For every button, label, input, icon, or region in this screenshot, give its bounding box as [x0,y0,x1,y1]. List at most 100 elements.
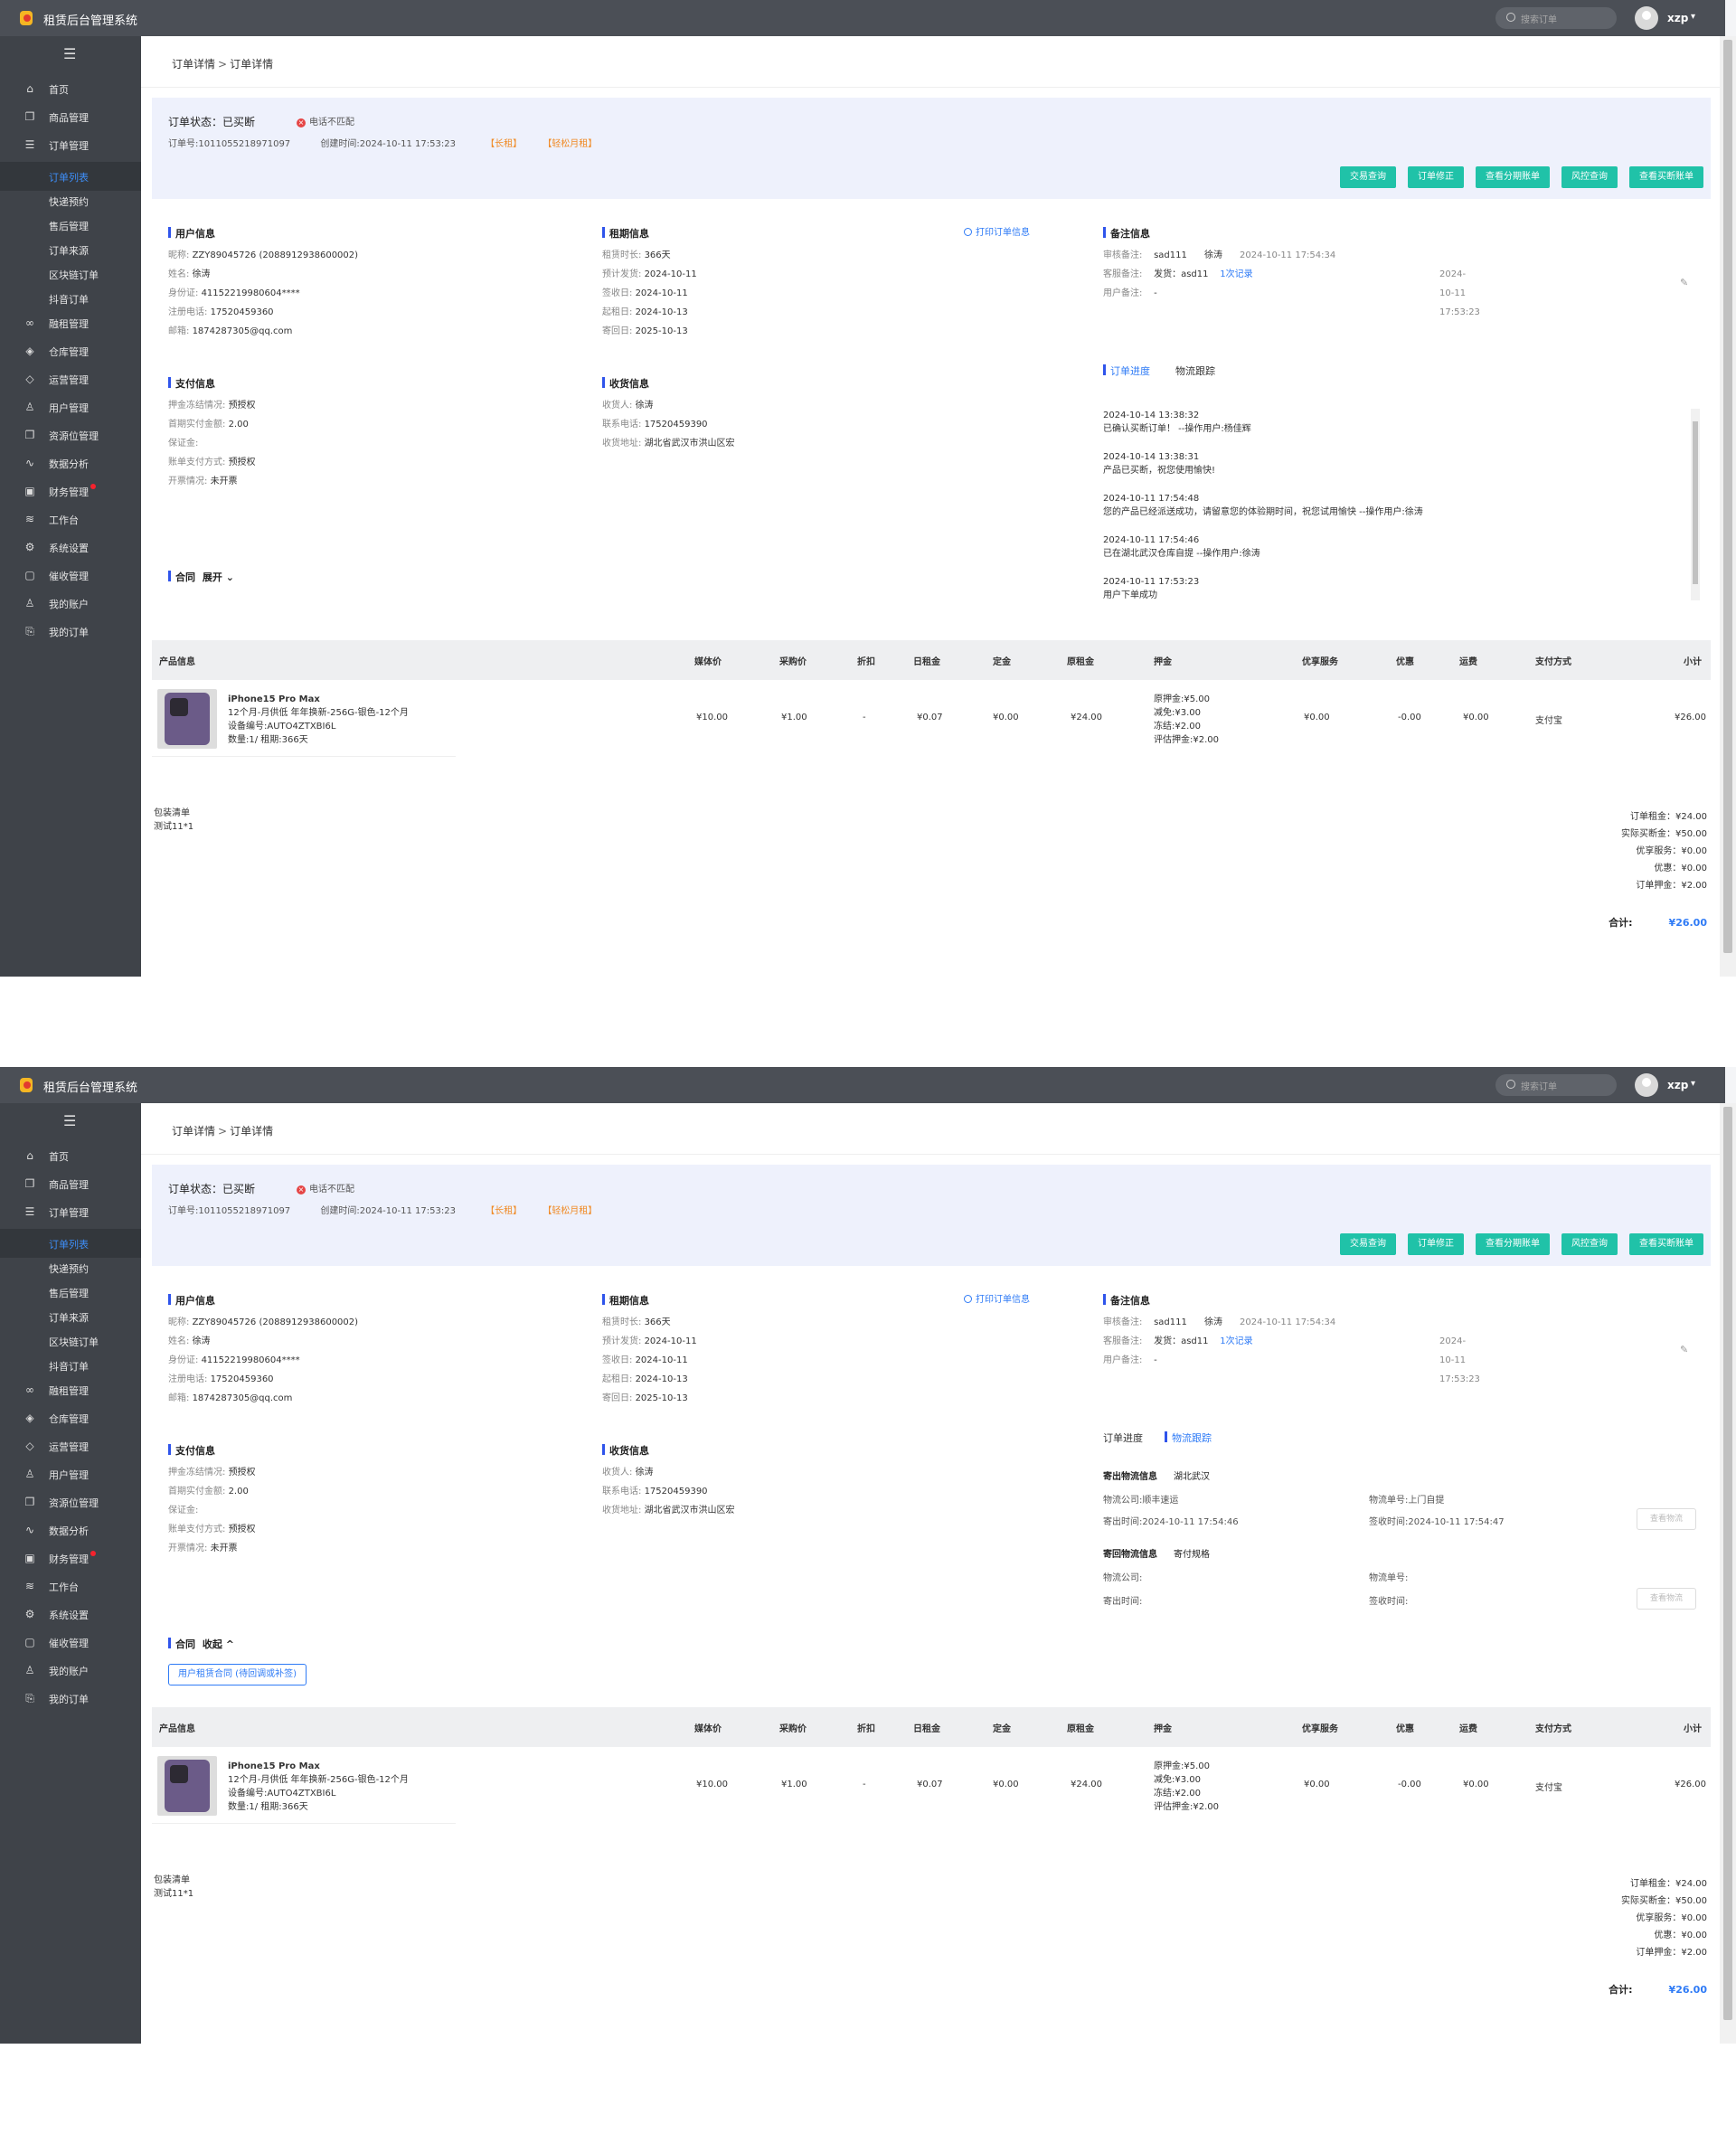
divider [141,1154,1720,1155]
caret-down-icon[interactable]: ▾ [1691,12,1695,22]
col-header: 押金 [1154,1724,1172,1734]
error-icon: × [297,118,306,127]
sidebar-item[interactable]: ▢ 催收管理 [0,561,141,590]
product-card: 产品信息 媒体价 采购价 折扣 日租金 定金 原租金 押金 优享服务 优惠 运费… [152,640,1711,929]
tab-logistics[interactable]: 物流跟踪 [1165,1431,1212,1445]
sidebar-item[interactable]: ⚙ 系统设置 [0,1600,141,1629]
packing-list: 包装清单 测试11*1 [154,808,194,832]
wallet-icon: ▣ [24,485,35,497]
sidebar-item[interactable]: ◇ 运营管理 [0,1431,141,1460]
sidebar-item[interactable]: ⎘ 我的订单 [0,1684,141,1713]
caret-down-icon[interactable]: ▾ [1691,1079,1695,1089]
sidebar-item[interactable]: ▢ 催收管理 [0,1628,141,1657]
remark-history-link[interactable]: 1次记录 [1220,269,1252,279]
search-input[interactable]: 搜索订单 [1495,7,1617,29]
order-correct-button[interactable]: 订单修正 [1408,166,1464,188]
sidebar-item[interactable]: ⌂ 首页 [0,1141,141,1170]
hamburger-icon[interactable]: ☰ [63,1112,76,1129]
hamburger-icon[interactable]: ☰ [63,45,76,62]
sidebar-item[interactable]: ♙ 用户管理 [0,392,141,421]
sidebar-item[interactable]: ☰ 订单管理 [0,1197,141,1226]
contract-expand-toggle[interactable]: 展开 [203,571,222,583]
app-logo [18,1076,36,1094]
tag-icon: ◇ [25,373,34,385]
action-buttons: 交易查询 订单修正 查看分期账单 风控查询 查看买断账单 [1340,166,1703,188]
sidebar-item[interactable]: ⎘ 我的订单 [0,617,141,646]
tab-logistics[interactable]: 物流跟踪 [1168,364,1215,378]
page-scrollbar[interactable] [1720,1103,1736,2044]
page-scrollbar[interactable] [1720,36,1736,977]
sidebar-item[interactable]: ⌂ 首页 [0,74,141,103]
sidebar-item[interactable]: ⚙ 系统设置 [0,533,141,562]
sidebar-item[interactable]: ▣ 财务管理 [0,1544,141,1572]
col-header: 定金 [993,657,1011,667]
breadcrumb-parent[interactable]: 订单详情 [172,1125,215,1138]
col-header: 媒体价 [694,657,722,667]
print-order-link[interactable]: 打印订单信息 [964,1291,1030,1305]
sidebar-item[interactable]: ♙ 我的账户 [0,1656,141,1685]
sidebar-item[interactable]: ∿ 数据分析 [0,449,141,477]
sidebar-item[interactable]: ❐ 商品管理 [0,102,141,131]
col-header: 原租金 [1067,657,1094,667]
sidebar-item[interactable]: ◇ 运营管理 [0,364,141,393]
tab-order-progress[interactable]: 订单进度 [1103,1431,1143,1445]
sidebar-item[interactable]: ∞ 融租管理 [0,308,141,337]
separator-gap [0,977,1736,1067]
sidebar-item[interactable]: ▣ 财务管理 [0,477,141,505]
col-header: 支付方式 [1535,657,1571,667]
user-icon: ♙ [24,597,35,609]
order-status-card: 订单状态：已买断 × 电话不匹配 订单号:1011055218971097 创建时… [152,1165,1711,1266]
installment-bill-button[interactable]: 查看分期账单 [1476,1233,1550,1255]
buyout-bill-button[interactable]: 查看买断账单 [1629,1233,1703,1255]
chevron-down-icon[interactable]: ⌄ [226,571,234,583]
contract-button[interactable]: 用户租赁合同 (待回调或补签) [168,1664,307,1685]
edit-icon[interactable]: ✎ [1680,277,1688,288]
view-logistics-button[interactable]: 查看物流 [1637,1508,1696,1530]
order-number: 订单号:1011055218971097 [168,139,291,149]
risk-query-button[interactable]: 风控查询 [1561,166,1618,188]
sidebar-item[interactable]: ∞ 融租管理 [0,1375,141,1404]
table-row: iPhone15 Pro Max 12个月-月供低 年年换新-256G-银色-1… [152,1747,1711,1825]
sidebar-item-label: 快递预约 [49,196,89,208]
order-status: 订单状态：已买断 [168,116,256,128]
username[interactable]: xzp [1667,12,1688,24]
sidebar-item[interactable]: ≋ 工作台 [0,505,141,534]
sidebar-item[interactable]: ♙ 我的账户 [0,589,141,618]
sidebar-item-label: 仓库管理 [49,346,89,358]
avatar[interactable] [1635,1073,1658,1097]
search-input[interactable]: 搜索订单 [1495,1074,1617,1096]
sidebar-item[interactable]: ❐ 商品管理 [0,1169,141,1198]
sidebar-item[interactable]: ≋ 工作台 [0,1572,141,1600]
transaction-query-button[interactable]: 交易查询 [1340,1233,1396,1255]
view-return-logistics-button[interactable]: 查看物流 [1637,1588,1696,1610]
sidebar-item[interactable]: ☰ 订单管理 [0,130,141,159]
sidebar-item[interactable]: ❐ 资源位管理 [0,1487,141,1516]
remark-history-link[interactable]: 1次记录 [1220,1336,1252,1346]
box-icon: ▢ [24,1636,35,1648]
tab-order-progress[interactable]: 订单进度 [1103,364,1150,378]
buyout-bill-button[interactable]: 查看买断账单 [1629,166,1703,188]
discount: - [863,1780,866,1789]
infinity-icon: ∞ [25,316,34,329]
sidebar-item[interactable]: ♙ 用户管理 [0,1459,141,1488]
avatar[interactable] [1635,6,1658,30]
sidebar-item[interactable]: ◈ 仓库管理 [0,336,141,365]
chevron-up-icon[interactable]: ^ [226,1638,234,1650]
search-placeholder: 搜索订单 [1521,1082,1557,1092]
timeline-scrollbar[interactable] [1691,409,1700,600]
order-status-card: 订单状态：已买断 × 电话不匹配 订单号:1011055218971097 创建时… [152,98,1711,199]
contract-collapse-toggle[interactable]: 收起 [203,1638,222,1650]
risk-query-button[interactable]: 风控查询 [1561,1233,1618,1255]
remark-title: 备注信息 [1103,226,1150,241]
breadcrumb-parent[interactable]: 订单详情 [172,58,215,71]
username[interactable]: xzp [1667,1079,1688,1091]
transaction-query-button[interactable]: 交易查询 [1340,166,1396,188]
lease-info-title: 租期信息 [602,226,649,241]
sidebar-item[interactable]: ∿ 数据分析 [0,1516,141,1544]
print-order-link[interactable]: 打印订单信息 [964,224,1030,238]
edit-icon[interactable]: ✎ [1680,1344,1688,1355]
sidebar-item[interactable]: ❐ 资源位管理 [0,420,141,449]
order-correct-button[interactable]: 订单修正 [1408,1233,1464,1255]
installment-bill-button[interactable]: 查看分期账单 [1476,166,1550,188]
sidebar-item[interactable]: ◈ 仓库管理 [0,1403,141,1432]
